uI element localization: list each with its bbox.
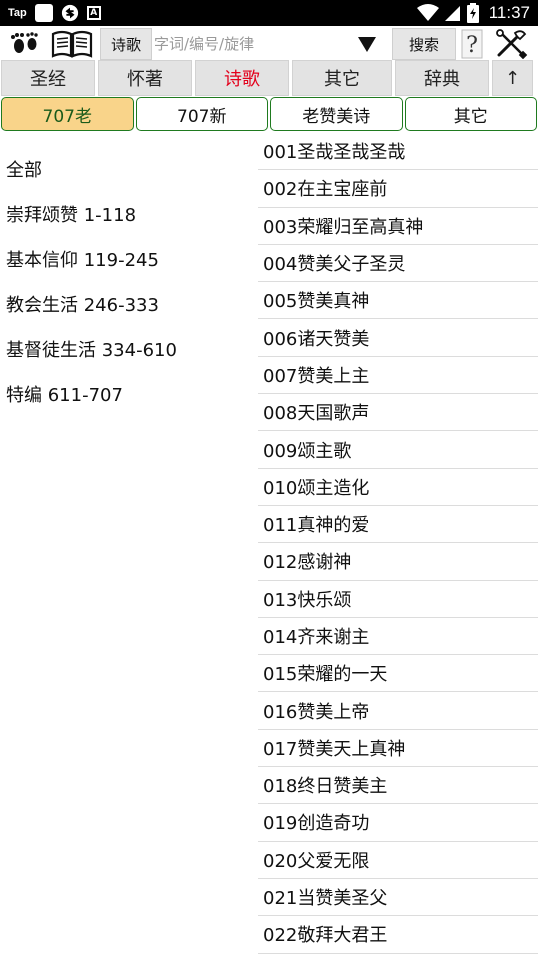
tab-hymns[interactable]: 诗歌 [195,60,289,96]
svg-text:?: ? [466,33,478,58]
song-item[interactable]: 012感谢神 [258,543,538,581]
subtab-other[interactable]: 其它 [404,97,537,131]
signal-icon [444,6,460,21]
category-item[interactable]: 基本信仰 119-245 [0,236,256,281]
song-item[interactable]: 008天国歌声 [258,394,538,432]
song-item[interactable]: 004赞美父子圣灵 [258,245,538,283]
main-tab-bar: 圣经 怀著 诗歌 其它 辞典 ↑ [0,60,538,96]
song-item[interactable]: 014齐来谢主 [258,618,538,656]
song-list: 001圣哉圣哉圣哉 002在主宝座前 003荣耀归至高真神 004赞美父子圣灵 … [258,133,538,954]
dropdown-arrow-icon[interactable] [358,37,376,52]
sync-icon [61,4,78,22]
tab-other[interactable]: 其它 [292,60,392,96]
wifi-icon [416,4,439,21]
search-type-button[interactable]: 诗歌 [100,28,152,60]
song-item[interactable]: 009颂主歌 [258,431,538,469]
song-item[interactable]: 015荣耀的一天 [258,655,538,693]
tab-bible[interactable]: 圣经 [1,60,95,96]
song-item[interactable]: 010颂主造化 [258,469,538,506]
footprints-icon[interactable] [8,29,42,59]
status-app-label: Tap [8,7,27,19]
tab-dictionary[interactable]: 辞典 [395,60,489,96]
category-item[interactable]: 崇拜颂赞 1-118 [0,191,256,236]
category-item[interactable]: 全部 [0,146,256,191]
clock: 11:37 [488,3,530,22]
song-item[interactable]: 001圣哉圣哉圣哉 [258,133,538,171]
song-item[interactable]: 003荣耀归至高真神 [258,208,538,245]
status-bar: Tap A 11:37 [0,0,538,26]
song-item[interactable]: 011真神的爱 [258,506,538,544]
song-item[interactable]: 007赞美上主 [258,357,538,395]
toolbar: 诗歌 搜索 ? [0,26,538,62]
notification-square-icon [34,4,53,22]
song-item[interactable]: 018终日赞美主 [258,767,538,805]
scroll-top-button[interactable]: ↑ [492,60,533,96]
subtab-707-new[interactable]: 707新 [135,97,268,131]
category-item[interactable]: 教会生活 246-333 [0,281,256,326]
song-item[interactable]: 022敬拜大君王 [258,916,538,954]
battery-icon [466,3,479,23]
song-item[interactable]: 006诸天赞美 [258,319,538,357]
song-item[interactable]: 021当赞美圣父 [258,879,538,917]
category-list: 全部 崇拜颂赞 1-118 基本信仰 119-245 教会生活 246-333 … [0,146,256,416]
tab-writings[interactable]: 怀著 [98,60,192,96]
song-item[interactable]: 017赞美天上真神 [258,730,538,768]
search-button[interactable]: 搜索 [392,28,456,60]
song-item[interactable]: 016赞美上帝 [258,692,538,730]
tools-icon[interactable] [494,29,530,59]
search-input[interactable] [154,30,354,58]
help-icon[interactable]: ? [460,28,484,60]
subtab-old-hymns[interactable]: 老赞美诗 [270,97,403,131]
open-book-icon[interactable] [50,29,94,59]
song-item[interactable]: 005赞美真神 [258,282,538,320]
song-item[interactable]: 002在主宝座前 [258,170,538,208]
category-item[interactable]: 特编 611-707 [0,371,256,416]
song-item[interactable]: 020父爱无限 [258,842,538,879]
sub-tab-bar: 707老 707新 老赞美诗 其它 [0,97,538,131]
a-badge-icon: A [86,6,101,20]
category-item[interactable]: 基督徒生活 334-610 [0,326,256,371]
song-item[interactable]: 019创造奇功 [258,804,538,842]
subtab-707-old[interactable]: 707老 [1,97,134,131]
song-item[interactable]: 013快乐颂 [258,581,538,618]
